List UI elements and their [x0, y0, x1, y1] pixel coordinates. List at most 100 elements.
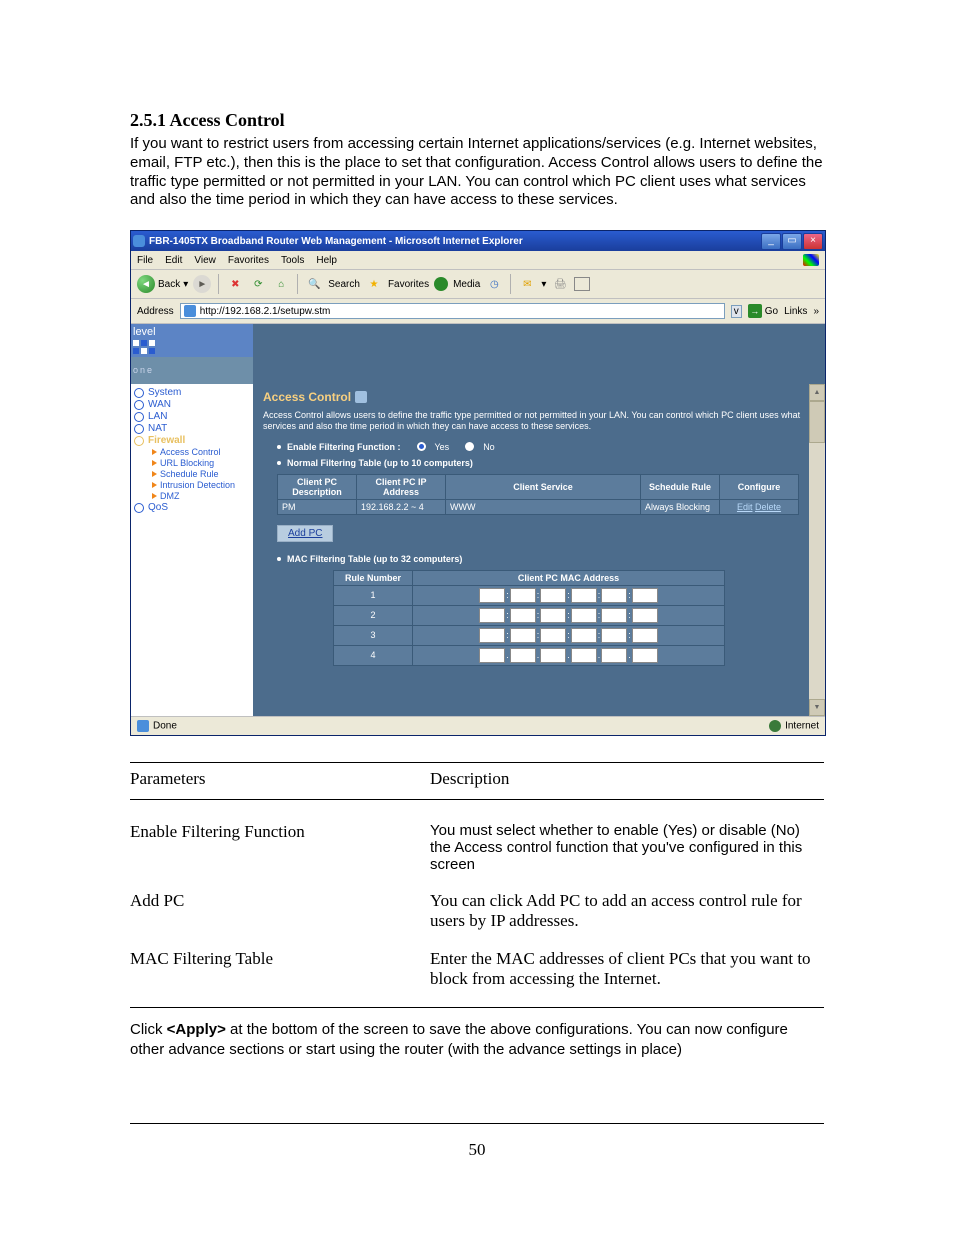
- scrollbar[interactable]: ▲ ▼: [809, 384, 825, 716]
- scroll-thumb[interactable]: [809, 401, 825, 443]
- address-dropdown-icon[interactable]: v: [731, 305, 742, 318]
- mac-input[interactable]: [571, 628, 597, 643]
- delete-link[interactable]: Delete: [755, 502, 781, 512]
- t1-header-configure: Configure: [720, 474, 799, 499]
- mac-input[interactable]: [479, 588, 505, 603]
- sidebar-sub-url-blocking[interactable]: URL Blocking: [152, 458, 250, 468]
- done-icon: [137, 720, 149, 732]
- menu-favorites[interactable]: Favorites: [228, 255, 269, 266]
- edit-icon[interactable]: [574, 277, 590, 291]
- search-label[interactable]: Search: [328, 279, 360, 290]
- mac-input[interactable]: [571, 608, 597, 623]
- t1-header-schedule: Schedule Rule: [641, 474, 720, 499]
- radio-no[interactable]: [465, 442, 474, 451]
- go-button[interactable]: →Go: [748, 304, 778, 318]
- sidebar-sub-schedule-rule[interactable]: Schedule Rule: [152, 469, 250, 479]
- page-icon: [184, 305, 196, 317]
- page-number: 50: [130, 1140, 824, 1160]
- sidebar-item-lan[interactable]: LAN: [134, 411, 250, 422]
- param-desc: Enter the MAC addresses of client PCs th…: [430, 949, 824, 989]
- param-name: Add PC: [130, 891, 430, 911]
- refresh-icon[interactable]: ⟳: [249, 275, 267, 293]
- param-desc: You can click Add PC to add an access co…: [430, 891, 824, 931]
- params-header: Parameters: [130, 769, 430, 789]
- menu-edit[interactable]: Edit: [165, 255, 182, 266]
- minimize-button[interactable]: _: [761, 233, 781, 250]
- links-label[interactable]: Links: [784, 306, 807, 317]
- mac-input[interactable]: [632, 648, 658, 663]
- mac-input[interactable]: [540, 648, 566, 663]
- forward-button[interactable]: ►: [193, 275, 211, 293]
- help-icon[interactable]: [355, 391, 367, 403]
- mail-icon[interactable]: ✉: [518, 275, 536, 293]
- media-label[interactable]: Media: [453, 279, 480, 290]
- favorites-icon[interactable]: ★: [365, 275, 383, 293]
- normal-filtering-title: Normal Filtering Table (up to 10 compute…: [287, 458, 473, 468]
- mac-input[interactable]: [540, 608, 566, 623]
- sidebar-item-nat[interactable]: NAT: [134, 423, 250, 434]
- sidebar-sub-dmz[interactable]: DMZ: [152, 491, 250, 501]
- mac-input[interactable]: [632, 628, 658, 643]
- address-label: Address: [137, 306, 174, 317]
- mac-input[interactable]: [540, 588, 566, 603]
- mac-input[interactable]: [571, 648, 597, 663]
- sidebar-item-firewall[interactable]: Firewall: [134, 435, 250, 446]
- mac-input[interactable]: [632, 588, 658, 603]
- menu-help[interactable]: Help: [316, 255, 337, 266]
- address-input[interactable]: http://192.168.2.1/setupw.stm: [180, 303, 725, 319]
- radio-yes[interactable]: [417, 442, 426, 451]
- mac-filtering-title: MAC Filtering Table (up to 32 computers): [287, 554, 462, 564]
- maximize-button[interactable]: ▭: [782, 233, 802, 250]
- home-icon[interactable]: ⌂: [272, 275, 290, 293]
- menu-view[interactable]: View: [194, 255, 216, 266]
- sidebar-item-qos[interactable]: QoS: [134, 502, 250, 513]
- mac-input[interactable]: [479, 608, 505, 623]
- mac-input[interactable]: [540, 628, 566, 643]
- table-row: 3:::::: [334, 625, 725, 645]
- mac-input[interactable]: [601, 608, 627, 623]
- mac-input[interactable]: [510, 628, 536, 643]
- t2-header-mac: Client PC MAC Address: [413, 570, 725, 585]
- menu-file[interactable]: File: [137, 255, 153, 266]
- search-icon[interactable]: 🔍: [305, 275, 323, 293]
- panel-title: Access Control: [263, 390, 351, 404]
- menu-tools[interactable]: Tools: [281, 255, 304, 266]
- panel-description: Access Control allows users to define th…: [263, 410, 815, 432]
- close-button[interactable]: ×: [803, 233, 823, 250]
- scroll-up-icon[interactable]: ▲: [809, 384, 825, 401]
- stop-icon[interactable]: ✖: [226, 275, 244, 293]
- footer-rule: [130, 1123, 824, 1124]
- mac-input[interactable]: [632, 608, 658, 623]
- sidebar-item-system[interactable]: System: [134, 387, 250, 398]
- apply-note: Click <Apply> at the bottom of the scree…: [130, 1007, 824, 1061]
- scroll-down-icon[interactable]: ▼: [809, 699, 825, 716]
- param-desc: You must select whether to enable (Yes) …: [430, 822, 824, 873]
- history-icon[interactable]: ◷: [485, 275, 503, 293]
- add-pc-button[interactable]: Add PC: [277, 525, 333, 542]
- print-icon[interactable]: 🖨: [551, 275, 569, 293]
- mac-input[interactable]: [510, 608, 536, 623]
- mac-input[interactable]: [571, 588, 597, 603]
- titlebar: FBR-1405TX Broadband Router Web Manageme…: [131, 231, 825, 251]
- mac-input[interactable]: [479, 628, 505, 643]
- mac-input[interactable]: [510, 588, 536, 603]
- section-heading: 2.5.1 Access Control: [130, 110, 824, 131]
- media-icon[interactable]: [434, 277, 448, 291]
- mac-input[interactable]: [479, 648, 505, 663]
- mac-input[interactable]: [510, 648, 536, 663]
- sidebar-sub-intrusion[interactable]: Intrusion Detection: [152, 480, 250, 490]
- t2-header-rule: Rule Number: [334, 570, 413, 585]
- internet-zone-icon: [769, 720, 781, 732]
- sidebar-item-wan[interactable]: WAN: [134, 399, 250, 410]
- logo-grid-icon: [133, 340, 167, 364]
- windows-flag-icon: [803, 254, 819, 266]
- mac-input[interactable]: [601, 628, 627, 643]
- back-button[interactable]: ◄Back▾: [137, 275, 188, 293]
- main-panel: Access Control Access Control allows use…: [253, 324, 825, 716]
- sidebar-sub-access-control[interactable]: Access Control: [152, 447, 250, 457]
- edit-link[interactable]: Edit: [737, 502, 753, 512]
- favorites-label[interactable]: Favorites: [388, 279, 429, 290]
- mac-input[interactable]: [601, 648, 627, 663]
- mac-input[interactable]: [601, 588, 627, 603]
- enable-filtering-label: Enable Filtering Function :: [287, 442, 401, 452]
